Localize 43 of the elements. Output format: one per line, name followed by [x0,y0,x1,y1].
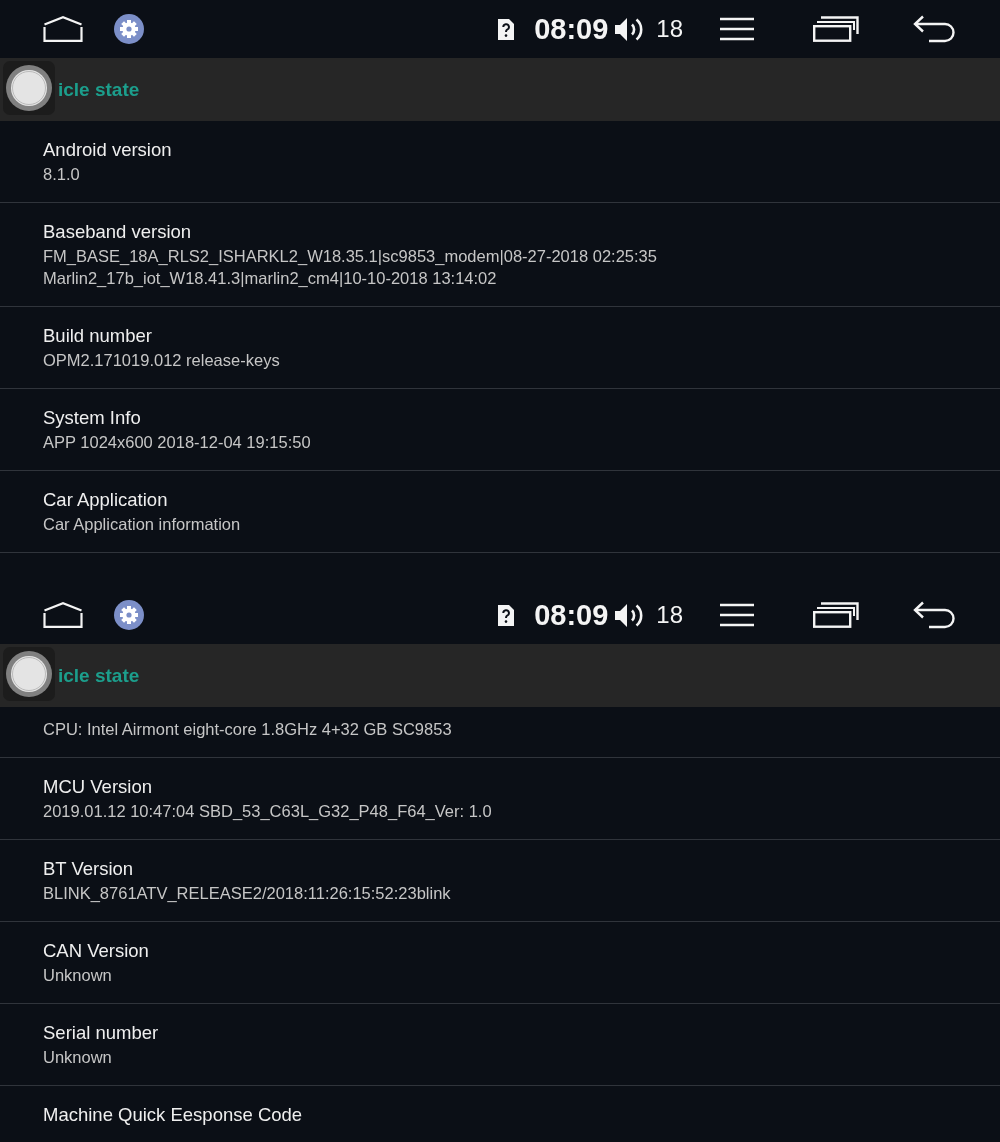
setting-value: OPM2.171019.012 release-keys [43,349,280,371]
setting-value: CPU: Intel Airmont eight-core 1.8GHz 4+32 GB SC9853 [43,719,452,740]
setting-title: MCU Version [43,775,152,799]
menu-icon[interactable] [720,603,754,627]
setting-title: Baseband version [43,220,192,244]
page-title: icle state [58,78,140,102]
clock-time: 08:09 [534,598,609,632]
sim-card-icon [497,603,516,627]
setting-value: APP 1024x600 2018-12-04 19:15:50 [43,431,311,453]
setting-title: Machine Quick Eesponse Code [43,1103,303,1127]
home-icon[interactable] [43,602,83,628]
setting-title: CAN Version [43,939,149,963]
setting-value: BLINK_8761ATV_RELEASE2/2018:11:26:15:52:23blink [43,883,451,904]
setting-value: 2019.01.12 10:47:04 SBD_53_C63L_G32_P48_F64_Ver: 1.0 [43,801,492,822]
home-icon[interactable] [43,16,83,42]
setting-title: Car Application [43,487,168,512]
settings-icon[interactable] [114,600,144,630]
setting-value: Marlin2_17b_iot_W18.41.3|marlin2_cm4|10-10-2018 13:14:02 [43,267,497,289]
setting-value: Car Application information [43,513,241,535]
setting-title: System Info [43,405,141,430]
menu-icon[interactable] [720,17,754,41]
volume-level: 18 [656,14,683,44]
floating-button[interactable] [3,647,55,701]
circle-icon [6,651,52,697]
circle-icon [6,65,52,111]
setting-title: BT Version [43,857,134,881]
clock-time: 08:09 [534,12,609,46]
volume-level: 18 [656,600,683,630]
back-icon[interactable] [912,15,957,43]
recent-apps-icon[interactable] [813,602,859,628]
setting-title: Android version [43,138,172,162]
page-title: icle state [58,664,140,688]
setting-value: 8.1.0 [43,164,80,185]
setting-value: Unknown [43,1047,112,1068]
back-icon[interactable] [912,601,957,629]
settings-icon[interactable] [114,14,144,44]
recent-apps-icon[interactable] [813,16,859,42]
setting-value: Unknown [43,965,112,986]
floating-button[interactable] [3,61,55,115]
setting-title: Serial number [43,1021,159,1045]
sim-card-icon [497,17,516,41]
setting-title: Build number [43,323,152,348]
setting-value: FM_BASE_18A_RLS2_ISHARKL2_W18.35.1|sc9853_modem|08-27-2018 02:25:35 [43,246,657,267]
